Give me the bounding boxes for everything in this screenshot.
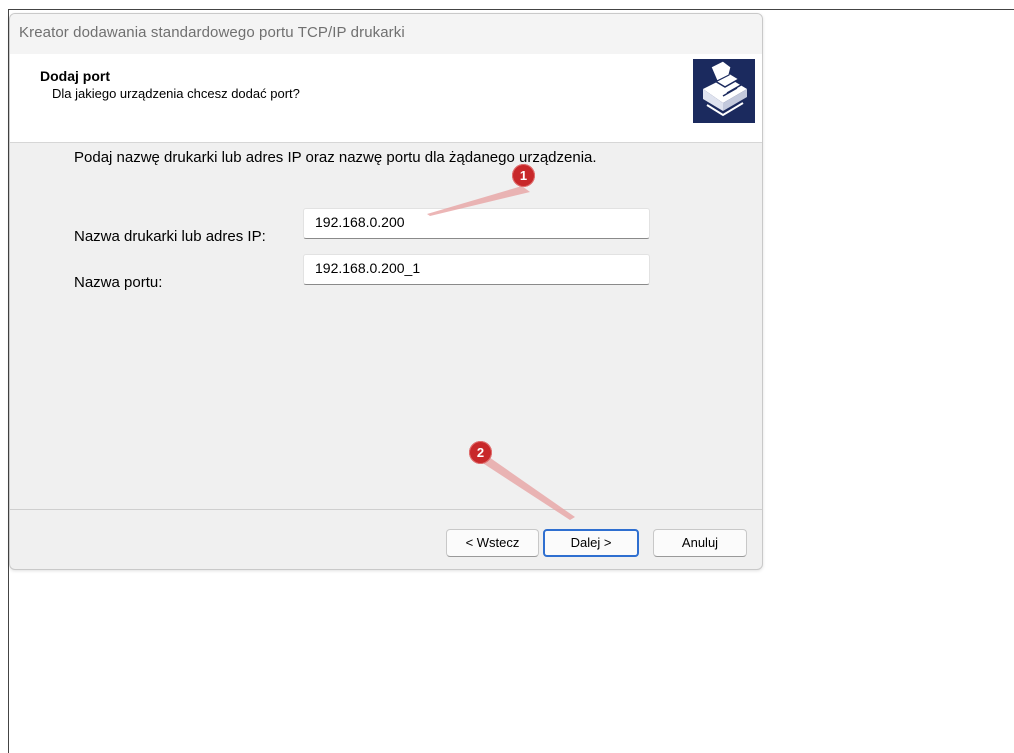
cancel-button[interactable]: Anuluj <box>653 529 747 557</box>
annotation-badge-1: 1 <box>512 164 535 187</box>
page-title: Dodaj port <box>40 68 110 84</box>
port-name-label: Nazwa portu: <box>74 274 163 291</box>
printer-address-input[interactable]: 192.168.0.200 <box>303 208 650 239</box>
port-name-input[interactable]: 192.168.0.200_1 <box>303 254 650 285</box>
title-bar: Kreator dodawania standardowego portu TC… <box>10 14 762 54</box>
page-subtitle: Dla jakiego urządzenia chcesz dodać port… <box>52 86 300 101</box>
wizard-header: Dodaj port Dla jakiego urządzenia chcesz… <box>10 54 762 143</box>
next-button[interactable]: Dalej > <box>543 529 639 557</box>
instruction-text: Podaj nazwę drukarki lub adres IP oraz n… <box>74 149 597 166</box>
printer-wizard-icon <box>693 59 755 123</box>
button-separator <box>10 509 762 510</box>
window-title: Kreator dodawania standardowego portu TC… <box>19 24 405 41</box>
annotation-badge-2: 2 <box>469 441 492 464</box>
printer-address-label: Nazwa drukarki lub adres IP: <box>74 228 266 245</box>
add-port-wizard-dialog: Kreator dodawania standardowego portu TC… <box>9 13 763 570</box>
back-button[interactable]: < Wstecz <box>446 529 539 557</box>
